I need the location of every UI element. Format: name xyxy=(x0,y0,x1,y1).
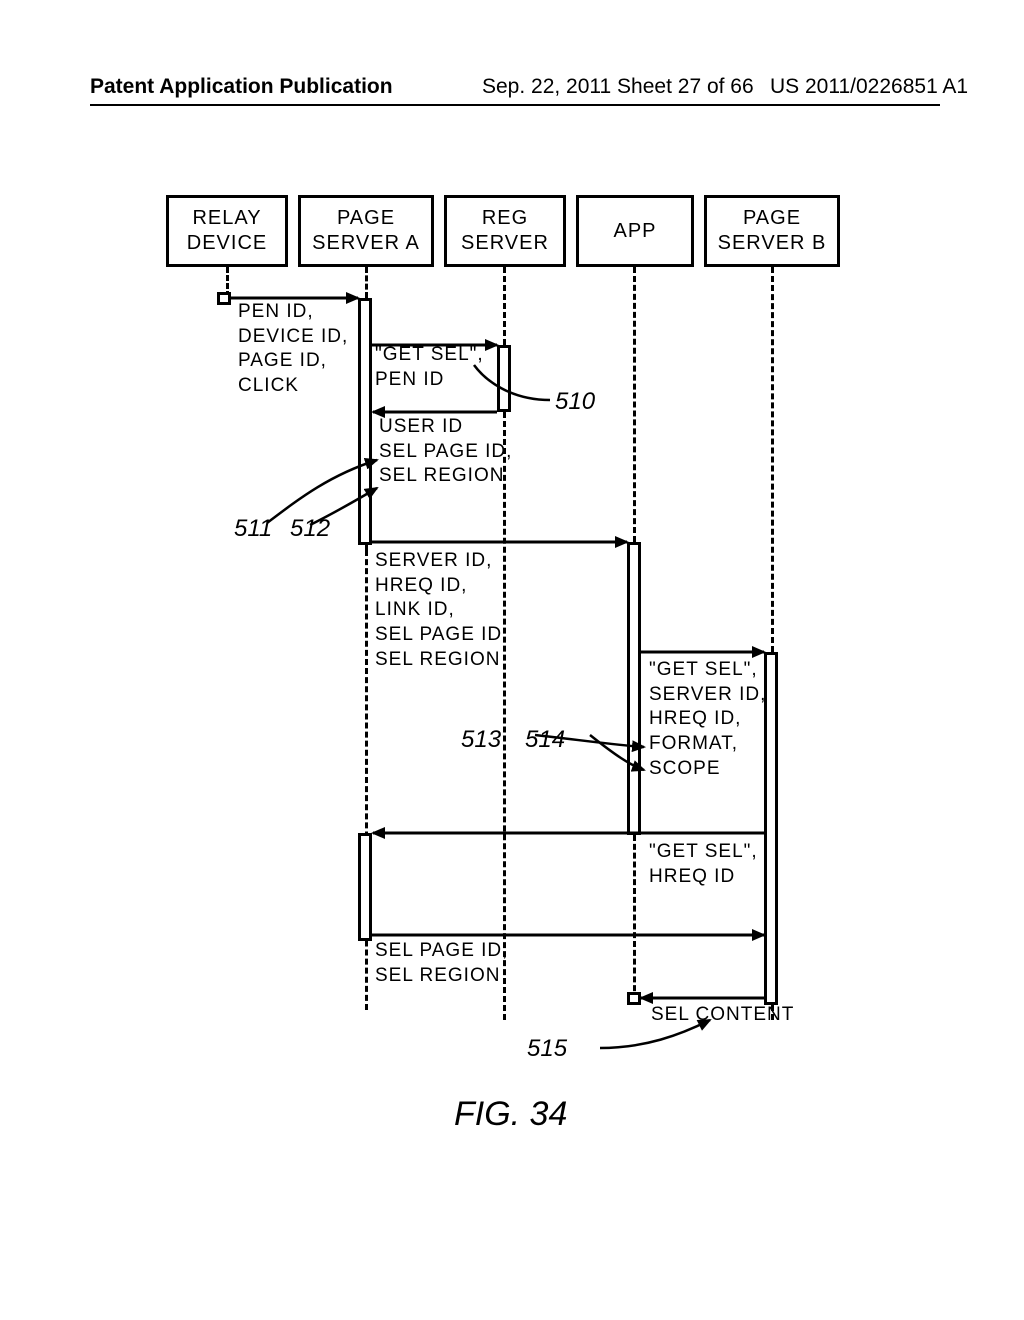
ref-511: 511 xyxy=(234,515,272,543)
msg-pageA-to-app: SERVER ID, HREQ ID, LINK ID, SEL PAGE ID… xyxy=(375,549,508,672)
msg-pageA-to-reg: "GET SEL", PEN ID xyxy=(375,343,484,392)
header-publication-type: Patent Application Publication xyxy=(90,75,393,99)
activation-relay xyxy=(217,292,231,305)
page: Patent Application Publication Sep. 22, … xyxy=(0,0,1024,1320)
msg-pageB-to-app: SEL CONTENT xyxy=(651,1003,794,1028)
participant-page-server-a: PAGE SERVER A xyxy=(298,195,434,267)
ref-514: 514 xyxy=(525,726,565,754)
figure-caption: FIG. 34 xyxy=(454,1095,567,1134)
participant-app: APP xyxy=(576,195,694,267)
lifeline-app-1 xyxy=(633,267,636,542)
ref-513: 513 xyxy=(461,726,501,754)
lifeline-app-2 xyxy=(633,835,636,1000)
lifeline-pageA-3 xyxy=(365,550,368,1010)
activation-pageA-1 xyxy=(358,298,372,545)
ref-512: 512 xyxy=(290,515,330,543)
lifeline-pageA-1 xyxy=(365,267,368,298)
activation-app-end xyxy=(627,992,641,1005)
header-pub-number: US 2011/0226851 A1 xyxy=(770,75,968,99)
msg-pageB-to-pageA: "GET SEL", HREQ ID xyxy=(649,840,758,889)
lifeline-pageB-1 xyxy=(771,267,774,652)
activation-reg xyxy=(497,345,511,412)
header-rule xyxy=(90,104,940,106)
msg-reg-to-pageA: USER ID SEL PAGE ID, SEL REGION xyxy=(379,415,512,489)
msg-pageA-to-pageB: SEL PAGE ID, SEL REGION xyxy=(375,939,508,988)
participant-relay-device: RELAY DEVICE xyxy=(166,195,288,267)
ref-510: 510 xyxy=(555,388,595,416)
participant-reg-server: REG SERVER xyxy=(444,195,566,267)
msg-app-to-pageB: "GET SEL", SERVER ID, HREQ ID, FORMAT, S… xyxy=(649,658,766,781)
activation-app xyxy=(627,542,641,835)
lifeline-reg-2 xyxy=(503,412,506,1020)
participant-page-server-b: PAGE SERVER B xyxy=(704,195,840,267)
lifeline-reg-1 xyxy=(503,267,506,345)
ref-515: 515 xyxy=(527,1035,567,1063)
header-date-sheet: Sep. 22, 2011 Sheet 27 of 66 xyxy=(482,75,754,99)
activation-pageA-2 xyxy=(358,833,372,941)
msg-relay-to-pageA: PEN ID, DEVICE ID, PAGE ID, CLICK xyxy=(238,300,348,399)
